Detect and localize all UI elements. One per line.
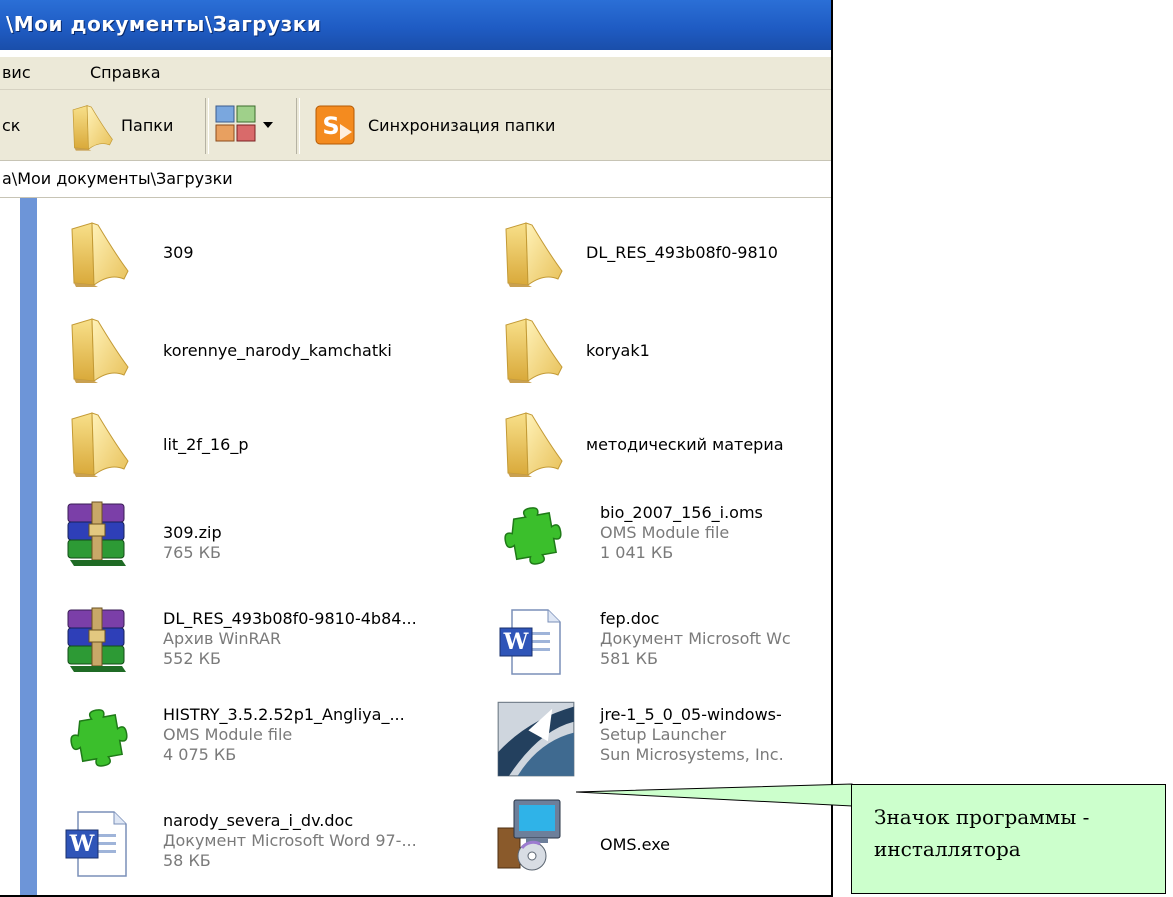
file-name: koryak1 xyxy=(586,341,650,360)
callout-line-2: инсталлятора xyxy=(874,837,1021,861)
callout-pointer xyxy=(576,783,853,807)
file-item[interactable]: 309 xyxy=(62,215,462,295)
svg-text:S: S xyxy=(322,112,339,140)
file-name: DL_RES_493b08f0-9810-4b84... xyxy=(163,609,417,628)
file-type: Документ Microsoft Wc xyxy=(600,629,791,648)
file-publisher: Sun Microsystems, Inc. xyxy=(600,745,784,764)
task-pane xyxy=(20,198,37,895)
word-document-icon xyxy=(62,806,136,880)
menu-help[interactable]: Справка xyxy=(90,63,161,82)
file-size: 58 КБ xyxy=(163,851,211,870)
file-item[interactable]: narody_severa_i_dv.doc Документ Microsof… xyxy=(62,806,492,886)
file-item[interactable]: lit_2f_16_p xyxy=(62,405,462,485)
menu-service[interactable]: вис xyxy=(2,63,31,82)
file-item[interactable]: HISTRY_3.5.2.52p1_Angliya_... OMS Module… xyxy=(62,700,492,780)
address-path: а\Мои документы\Загрузки xyxy=(2,169,233,188)
file-type: OMS Module file xyxy=(163,725,293,744)
address-bar[interactable]: а\Мои документы\Загрузки xyxy=(0,161,831,198)
file-name: 309.zip xyxy=(163,523,222,542)
file-item[interactable]: DL_RES_493b08f0-9810 xyxy=(496,215,831,295)
file-size: 581 КБ xyxy=(600,649,658,668)
folder-icon xyxy=(62,215,136,289)
menu-bar: вис Справка xyxy=(0,57,831,90)
file-size: 552 КБ xyxy=(163,649,221,668)
file-item[interactable]: bio_2007_156_i.oms OMS Module file 1 041… xyxy=(496,498,831,588)
file-item[interactable]: fep.doc Документ Microsoft Wc 581 КБ xyxy=(496,604,831,684)
file-item[interactable]: korennye_narody_kamchatki xyxy=(62,311,462,391)
file-name: narody_severa_i_dv.doc xyxy=(163,811,354,830)
folder-icon xyxy=(62,311,136,385)
folder-icon xyxy=(496,405,570,479)
folder-icon xyxy=(496,311,570,385)
file-size: 4 075 КБ xyxy=(163,745,237,764)
sync-icon: S xyxy=(315,105,355,145)
file-name: 309 xyxy=(163,243,194,262)
sync-label: Синхронизация папки xyxy=(368,116,556,135)
file-size: 765 КБ xyxy=(163,543,221,562)
folders-label: Папки xyxy=(121,116,174,135)
file-item[interactable]: DL_RES_493b08f0-9810-4b84... Архив WinRA… xyxy=(62,604,492,684)
file-item[interactable]: koryak1 xyxy=(496,311,831,391)
toolbar-separator xyxy=(205,98,209,154)
callout-box: Значок программы - инсталлятора xyxy=(851,784,1166,894)
folders-icon xyxy=(66,100,118,152)
file-name: bio_2007_156_i.oms xyxy=(600,503,763,522)
file-type: OMS Module file xyxy=(600,523,730,542)
winrar-archive-icon xyxy=(62,604,136,678)
file-item[interactable]: OMS.exe xyxy=(496,798,831,888)
file-item[interactable]: 309.zip 765 КБ xyxy=(62,498,462,578)
file-name: DL_RES_493b08f0-9810 xyxy=(586,243,778,262)
file-name: korennye_narody_kamchatki xyxy=(163,341,392,360)
setup-launcher-icon xyxy=(496,698,576,778)
file-type: Setup Launcher xyxy=(600,725,727,744)
winrar-archive-icon xyxy=(62,498,136,572)
views-button[interactable] xyxy=(214,104,288,148)
folder-icon xyxy=(62,405,136,479)
window-title: \Мои документы\Загрузки xyxy=(6,12,322,36)
word-document-icon xyxy=(496,604,570,678)
file-name: jre-1_5_0_05-windows- xyxy=(600,705,782,724)
file-item[interactable]: методический материа xyxy=(496,405,831,485)
file-name: lit_2f_16_p xyxy=(163,435,249,454)
callout-line-1: Значок программы - xyxy=(874,805,1090,829)
file-name: методический материа xyxy=(586,435,784,454)
file-name: OMS.exe xyxy=(600,835,671,854)
views-icon xyxy=(215,105,256,142)
toolbar-separator xyxy=(296,98,300,154)
file-type: Архив WinRAR xyxy=(163,629,282,648)
toolbar: ск Папки S Синхронизация папки xyxy=(0,90,831,161)
folder-icon xyxy=(496,215,570,289)
sync-folder-button[interactable]: S Синхронизация папки xyxy=(314,100,604,150)
screenshot-border xyxy=(831,0,833,897)
installer-icon xyxy=(496,798,570,872)
file-name: fep.doc xyxy=(600,609,660,628)
title-bar[interactable]: \Мои документы\Загрузки xyxy=(0,0,831,50)
folders-button[interactable]: Папки xyxy=(66,96,196,154)
file-type: Документ Microsoft Word 97-... xyxy=(163,831,417,850)
puzzle-icon xyxy=(496,498,570,572)
puzzle-icon xyxy=(62,700,136,774)
file-name: HISTRY_3.5.2.52p1_Angliya_... xyxy=(163,705,405,724)
explorer-window: \Мои документы\Загрузки вис Справка ск П… xyxy=(0,0,831,897)
file-size: 1 041 КБ xyxy=(600,543,674,562)
file-item[interactable]: jre-1_5_0_05-windows- Setup Launcher Sun… xyxy=(496,700,831,780)
chevron-down-icon xyxy=(263,122,273,128)
search-button-label[interactable]: ск xyxy=(2,116,20,135)
